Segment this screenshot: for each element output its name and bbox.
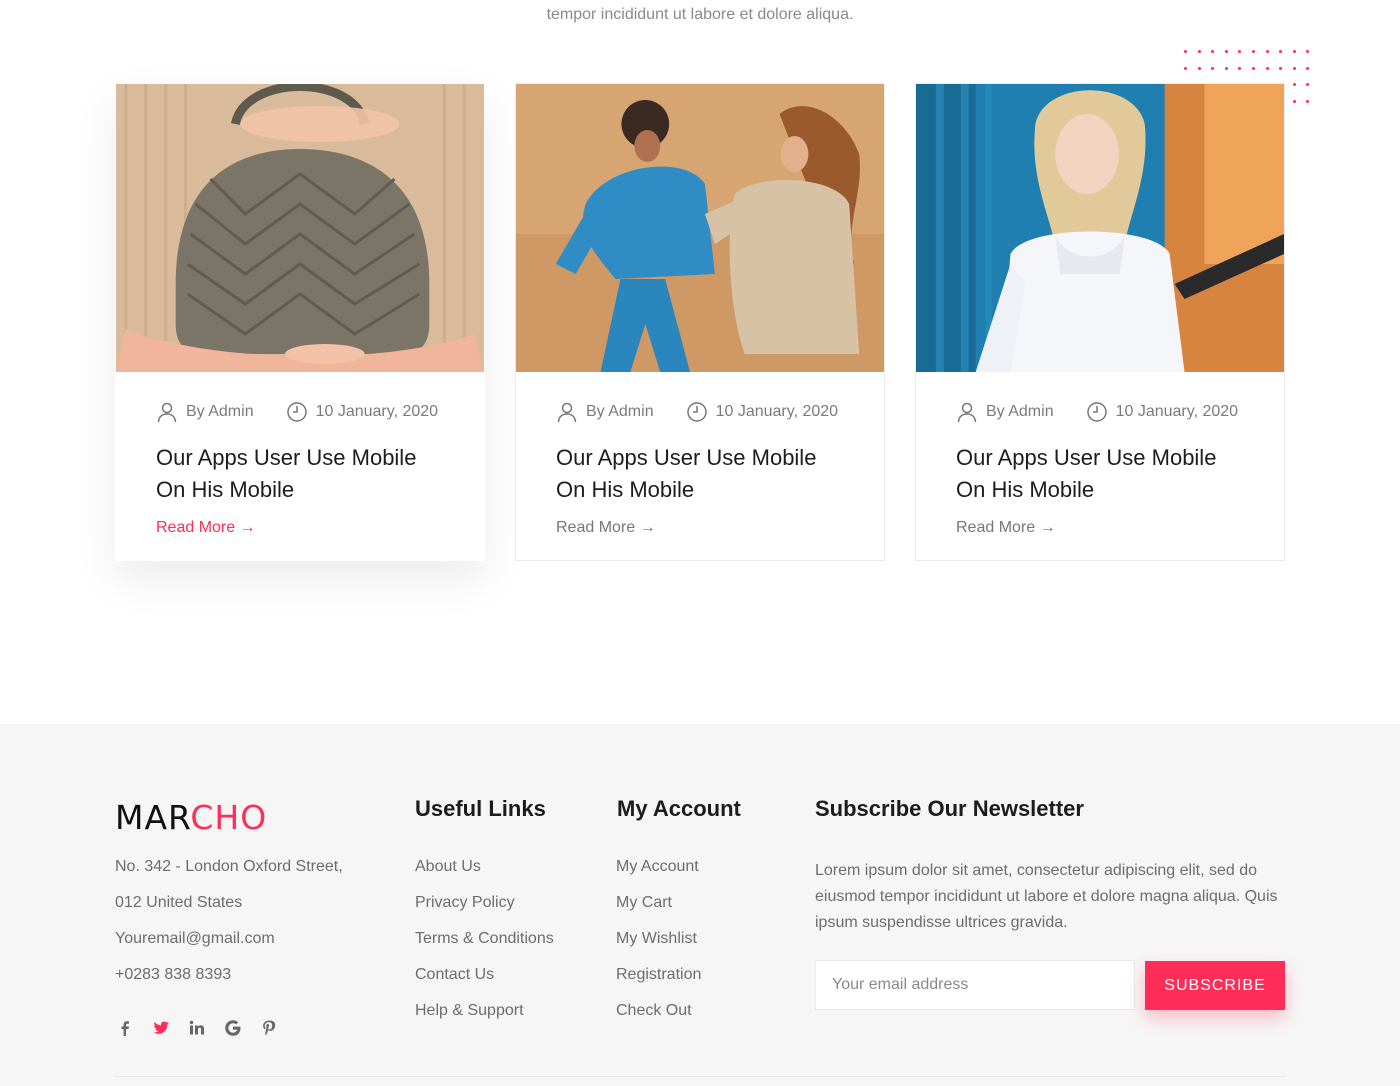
decor-dot — [1306, 99, 1310, 103]
contact-email[interactable]: Youremail@gmail.com — [115, 930, 343, 966]
subscribe-button[interactable]: SUBSCRIBE — [1145, 961, 1285, 1010]
footer-link-checkout[interactable]: Check Out — [616, 1002, 701, 1038]
facebook-icon[interactable] — [115, 1018, 135, 1038]
user-icon — [156, 401, 178, 423]
user-icon — [556, 401, 578, 423]
post-author[interactable]: By Admin — [986, 403, 1054, 421]
read-more-link[interactable]: Read More → — [956, 519, 1056, 537]
useful-links-list: About Us Privacy Policy Terms & Conditio… — [415, 858, 554, 1038]
clock-icon — [686, 401, 708, 423]
post-date: 10 January, 2020 — [315, 403, 439, 420]
decor-dot — [1265, 66, 1269, 70]
decor-dot — [1197, 66, 1201, 70]
post-title[interactable]: Our Apps User Use Mobile On His Mobile — [956, 442, 1244, 506]
site-footer: MARCHO No. 342 - London Oxford Street, 0… — [0, 724, 1400, 1086]
blog-image-blouse[interactable] — [916, 84, 1284, 372]
decor-dot — [1224, 66, 1228, 70]
newsletter-email-input[interactable] — [815, 960, 1135, 1010]
footer-divider — [115, 1076, 1285, 1077]
blog-image-handbag[interactable] — [116, 84, 484, 372]
decor-dot — [1184, 66, 1187, 70]
user-icon — [956, 401, 978, 423]
footer-link-privacy[interactable]: Privacy Policy — [415, 894, 554, 930]
blog-card: By Admin 10 January, 2020 Our Apps User … — [915, 83, 1285, 561]
decor-dot — [1292, 99, 1296, 103]
decor-dot — [1211, 66, 1215, 70]
decor-dot — [1252, 66, 1255, 70]
address-line-2: 012 United States — [115, 894, 243, 911]
decor-dot — [1306, 66, 1310, 70]
footer-link-contact[interactable]: Contact Us — [415, 966, 554, 1002]
footer-link-help[interactable]: Help & Support — [415, 1002, 554, 1038]
footer-link-my-account[interactable]: My Account — [616, 858, 701, 894]
footer-link-my-cart[interactable]: My Cart — [616, 894, 701, 930]
decor-dot — [1306, 50, 1310, 53]
google-icon[interactable] — [223, 1018, 243, 1038]
logo-text-accent: CHO — [190, 798, 268, 837]
intro-text: tempor incididunt ut labore et dolore al… — [546, 6, 854, 23]
post-date: 10 January, 2020 — [715, 403, 839, 420]
read-more-link[interactable]: Read More → — [156, 519, 256, 537]
pinterest-icon[interactable] — [259, 1018, 279, 1038]
decor-dot — [1306, 83, 1310, 86]
post-author[interactable]: By Admin — [586, 403, 654, 421]
decor-dot — [1279, 66, 1283, 70]
decor-dot — [1184, 50, 1187, 53]
blog-card: By Admin 10 January, 2020 Our Apps User … — [515, 83, 885, 561]
footer-link-registration[interactable]: Registration — [616, 966, 701, 1002]
newsletter-title: Subscribe Our Newsletter — [815, 796, 1084, 821]
social-links — [115, 1018, 279, 1038]
decor-dot — [1224, 50, 1228, 53]
decor-dot — [1279, 50, 1283, 53]
post-author[interactable]: By Admin — [186, 403, 254, 421]
linkedin-icon[interactable] — [187, 1018, 207, 1038]
post-title[interactable]: Our Apps User Use Mobile On His Mobile — [556, 442, 844, 506]
blog-image-beach[interactable] — [516, 84, 884, 372]
contact-info: No. 342 - London Oxford Street, 012 Unit… — [115, 858, 343, 1002]
logo-text-dark: MAR — [115, 798, 191, 837]
address-line-1: No. 342 - London Oxford Street, — [115, 858, 343, 875]
brand-logo[interactable]: MARCHO — [115, 798, 267, 837]
post-date: 10 January, 2020 — [1115, 403, 1239, 420]
footer-link-terms[interactable]: Terms & Conditions — [415, 930, 554, 966]
useful-links-title: Useful Links — [415, 796, 546, 821]
read-more-link[interactable]: Read More → — [556, 519, 656, 537]
blog-card: By Admin 10 January, 2020 Our Apps User … — [115, 83, 485, 561]
contact-phone[interactable]: +0283 838 8393 — [115, 966, 343, 1002]
clock-icon — [286, 401, 308, 423]
newsletter-description: Lorem ipsum dolor sit amet, consectetur … — [815, 862, 1278, 931]
decor-dot — [1292, 83, 1296, 86]
post-title[interactable]: Our Apps User Use Mobile On His Mobile — [156, 442, 444, 506]
twitter-icon[interactable] — [151, 1018, 171, 1038]
decor-dot — [1265, 50, 1269, 53]
decor-dot — [1292, 50, 1296, 53]
decor-dot — [1238, 50, 1242, 53]
decor-dot — [1292, 66, 1296, 70]
clock-icon — [1086, 401, 1108, 423]
my-account-list: My Account My Cart My Wishlist Registrat… — [616, 858, 701, 1038]
decor-dot — [1238, 66, 1242, 70]
decor-dot — [1211, 50, 1215, 53]
footer-link-about[interactable]: About Us — [415, 858, 554, 894]
my-account-title: My Account — [617, 796, 741, 821]
decor-dot — [1252, 50, 1255, 53]
decor-dot — [1197, 50, 1201, 53]
footer-link-wishlist[interactable]: My Wishlist — [616, 930, 701, 966]
